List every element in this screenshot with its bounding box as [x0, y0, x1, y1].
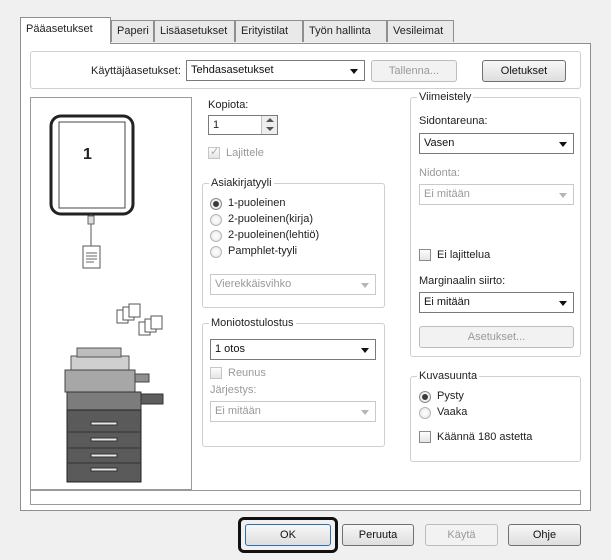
chevron-down-icon [559, 301, 567, 306]
copies-value: 1 [213, 119, 220, 131]
tab-paper[interactable]: Paperi [111, 20, 154, 42]
collate-checkbox[interactable]: ✓ [208, 146, 220, 159]
copies-stepper[interactable]: 1 [208, 115, 278, 135]
radio-portrait[interactable] [419, 391, 431, 403]
order-value: Ei mitään [215, 405, 261, 417]
user-settings-label: Käyttäjäasetukset: [91, 65, 181, 77]
tab-label: Paperi [117, 25, 149, 37]
binding-edge-value: Vasen [424, 137, 455, 149]
chevron-down-icon [361, 410, 369, 415]
rotate-180-checkbox[interactable] [419, 431, 431, 443]
checkmark-icon: ✓ [210, 146, 220, 158]
border-label: Reunus [228, 367, 266, 379]
orientation-legend: Kuvasuunta [417, 370, 480, 382]
border-checkbox[interactable] [210, 367, 222, 379]
orientation-group: Kuvasuunta [410, 370, 581, 462]
finishing-settings-button[interactable]: Asetukset... [419, 326, 574, 348]
tab-label: Erityistilat [241, 25, 289, 37]
radio-pamphlet[interactable] [210, 246, 222, 258]
order-label: Järjestys: [210, 384, 257, 396]
document-style-legend: Asiakirjatyyli [209, 177, 274, 189]
tab-basic-settings[interactable]: Pääasetukset [20, 17, 111, 44]
staple-value: Ei mitään [424, 188, 470, 200]
binding-edge-dropdown[interactable]: Vasen [419, 133, 574, 154]
user-settings-value: Tehdasasetukset [191, 64, 274, 76]
tab-watermarks[interactable]: Vesileimat [387, 20, 454, 42]
defaults-button[interactable]: Oletukset [482, 60, 566, 82]
chevron-down-icon [559, 142, 567, 147]
tab-label: Pääasetukset [26, 23, 93, 35]
chevron-down-icon [350, 69, 358, 74]
finishing-legend: Viimeistely [417, 91, 474, 103]
staple-dropdown[interactable]: Ei mitään [419, 184, 574, 205]
spin-up-icon[interactable] [261, 116, 277, 125]
pamphlet-label: Pamphlet-tyyli [228, 245, 298, 257]
save-button[interactable]: Tallenna... [371, 60, 457, 82]
help-button[interactable]: Ohje [508, 524, 581, 546]
chevron-down-icon [361, 283, 369, 288]
tab-label: Vesileimat [393, 25, 444, 37]
tab-label: Lisäasetukset [160, 25, 228, 37]
staple-label: Nidonta: [419, 167, 460, 179]
user-settings-dropdown[interactable]: Tehdasasetukset [186, 60, 365, 81]
settings-panel: Käyttäjäasetukset: Tehdasasetukset Talle… [20, 43, 591, 511]
radio-one-sided[interactable] [210, 198, 222, 210]
spin-down-icon[interactable] [261, 125, 277, 134]
cancel-button[interactable]: Peruuta [342, 524, 414, 546]
preview-page-number: 1 [83, 146, 92, 163]
radio-landscape[interactable] [419, 407, 431, 419]
printer-preview-graphic [49, 114, 164, 483]
tab-special-modes[interactable]: Erityistilat [235, 20, 303, 42]
copies-label: Kopiota: [208, 99, 249, 111]
one-sided-label: 1-puoleinen [228, 197, 286, 209]
chevron-down-icon [559, 193, 567, 198]
nup-dropdown[interactable]: 1 otos [210, 339, 376, 360]
margin-shift-value: Ei mitään [424, 296, 470, 308]
radio-two-sided-book[interactable] [210, 214, 222, 226]
status-strip [30, 490, 581, 505]
no-offset-label: Ei lajittelua [437, 249, 491, 261]
margin-shift-label: Marginaalin siirto: [419, 275, 506, 287]
tab-label: Työn hallinta [309, 25, 371, 37]
tab-job-handling[interactable]: Työn hallinta [303, 20, 387, 42]
ok-button[interactable]: OK [245, 524, 331, 546]
apply-button[interactable]: Käytä [425, 524, 498, 546]
no-offset-checkbox[interactable] [419, 249, 431, 261]
booklet-value: Vierekkäisvihko [215, 278, 292, 290]
booklet-dropdown[interactable]: Vierekkäisvihko [210, 274, 376, 295]
binding-edge-label: Sidontareuna: [419, 115, 488, 127]
margin-shift-dropdown[interactable]: Ei mitään [419, 292, 574, 313]
tab-advanced[interactable]: Lisäasetukset [154, 20, 235, 42]
portrait-label: Pysty [437, 390, 464, 402]
preview-area: 1 [30, 97, 192, 490]
two-sided-tablet-label: 2-puoleinen(lehtiö) [228, 229, 320, 241]
landscape-label: Vaaka [437, 406, 468, 418]
two-sided-book-label: 2-puoleinen(kirja) [228, 213, 313, 225]
radio-two-sided-tablet[interactable] [210, 230, 222, 242]
chevron-down-icon [361, 348, 369, 353]
rotate-180-label: Käännä 180 astetta [437, 431, 533, 443]
nup-legend: Moniotostulostus [209, 317, 296, 329]
order-dropdown[interactable]: Ei mitään [210, 401, 376, 422]
collate-label: Lajittele [226, 147, 264, 159]
nup-value: 1 otos [215, 343, 245, 355]
